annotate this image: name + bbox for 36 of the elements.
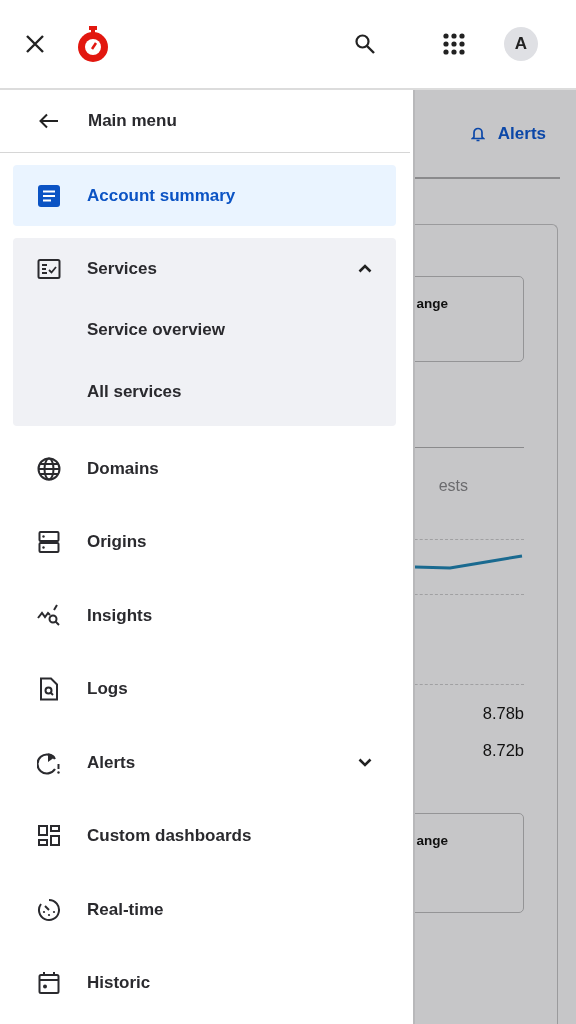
nav-group-header[interactable]: Alerts: [13, 726, 396, 800]
nav-item[interactable]: Real-time: [13, 873, 396, 947]
metric-value: 8.78b: [482, 704, 524, 723]
nav-item[interactable]: Origins: [13, 505, 396, 579]
nav-item[interactable]: Insights: [13, 579, 396, 653]
stopwatch-logo-icon[interactable]: [77, 26, 109, 62]
pie-alert-icon: [37, 750, 61, 775]
apps-grid-icon[interactable]: [443, 33, 465, 55]
range-button[interactable]: ange: [415, 813, 524, 913]
nav-group-header[interactable]: Services: [13, 238, 396, 299]
search-icon[interactable]: [354, 33, 376, 55]
nav-item[interactable]: Logs: [13, 652, 396, 726]
chart-title: ests: [438, 477, 468, 495]
nav-subitem[interactable]: All services: [13, 361, 396, 423]
nav-item[interactable]: Domains: [13, 432, 396, 506]
checklist-icon: [37, 256, 61, 281]
nav-item[interactable]: Historic: [13, 946, 396, 1020]
calendar-icon: [37, 971, 61, 996]
alerts-link[interactable]: Alerts: [470, 124, 546, 144]
metric-value: 8.72b: [482, 741, 524, 760]
file-search-icon: [37, 677, 61, 702]
back-arrow-icon: [39, 113, 59, 129]
globe-icon: [37, 456, 61, 481]
server-icon: [37, 530, 61, 555]
bell-icon: [470, 126, 485, 142]
dashboard-icon: [37, 824, 61, 849]
document-icon: [37, 183, 61, 208]
nav-subitem[interactable]: Service overview: [13, 299, 396, 361]
user-avatar[interactable]: A: [504, 27, 538, 61]
close-icon[interactable]: [24, 33, 46, 55]
timer-icon: [37, 897, 61, 922]
main-menu-back-link[interactable]: Main menu: [0, 90, 410, 153]
nav-item[interactable]: Custom dashboards: [13, 799, 396, 873]
range-button[interactable]: ange: [415, 275, 524, 362]
nav-item[interactable]: Account summary: [13, 165, 396, 226]
chart-search-icon: [37, 603, 61, 628]
